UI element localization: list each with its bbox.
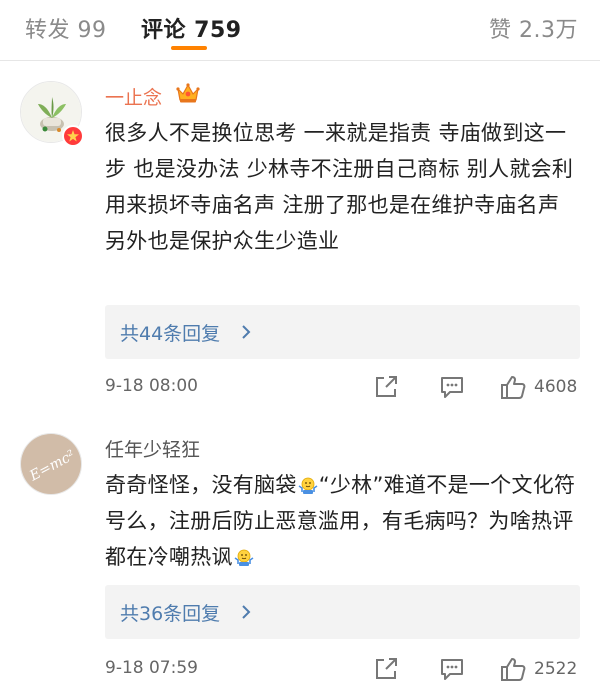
chevron-right-icon xyxy=(239,604,253,620)
share-icon[interactable] xyxy=(372,373,400,401)
comment-icon[interactable] xyxy=(438,655,466,683)
shrug-emoji-icon xyxy=(234,542,254,566)
comment-item: 一止念 很多人不是换位思考 一来就是指责 寺庙做到这一步 也是没办法 少林寺不注… xyxy=(0,61,600,413)
like-count: 2522 xyxy=(534,659,578,679)
comment-text-part: 奇奇怪怪，没有脑袋 xyxy=(105,473,297,497)
shrug-emoji-icon xyxy=(298,470,318,494)
tab-like[interactable]: 赞 2.3万 xyxy=(489,12,578,44)
emc2-avatar-icon: E=mc² xyxy=(21,434,81,494)
share-icon[interactable] xyxy=(372,655,400,683)
like-count: 4608 xyxy=(534,377,578,397)
thumbs-up-icon[interactable] xyxy=(499,373,527,401)
avatar[interactable]: E=mc² xyxy=(20,433,82,495)
thumbs-up-icon[interactable] xyxy=(499,655,527,683)
replies-link[interactable]: 共44条回复 xyxy=(105,305,580,359)
comment-text: 奇奇怪怪，没有脑袋 “少林”难道不是一个文化符号么，注册后防止恶意滥用，有毛病吗？… xyxy=(105,467,580,575)
crown-icon xyxy=(175,81,201,105)
chevron-right-icon xyxy=(239,324,253,340)
username[interactable]: 一止念 xyxy=(105,83,162,110)
comment-tabs: 转发 99 评论 759 赞 2.3万 xyxy=(0,0,600,58)
comment-meta: 9-18 08:00 4608 xyxy=(0,371,600,403)
comment-time: 9-18 07:59 xyxy=(105,658,198,678)
username[interactable]: 任年少轻狂 xyxy=(105,435,200,462)
replies-link[interactable]: 共36条回复 xyxy=(105,585,580,639)
replies-label: 共36条回复 xyxy=(120,603,221,625)
vip-badge-icon xyxy=(62,125,84,147)
comment-meta: 9-18 07:59 2522 xyxy=(0,653,600,685)
comment-text: 很多人不是换位思考 一来就是指责 寺庙做到这一步 也是没办法 少林寺不注册自己商… xyxy=(105,121,574,253)
avatar[interactable] xyxy=(20,81,84,147)
comment-icon[interactable] xyxy=(438,373,466,401)
comment-time: 9-18 08:00 xyxy=(105,376,198,396)
replies-label: 共44条回复 xyxy=(120,323,221,345)
active-tab-indicator xyxy=(171,46,207,50)
tab-comment[interactable]: 评论 759 xyxy=(141,12,242,44)
comment-item: E=mc² 任年少轻狂 奇奇怪怪，没有脑袋 “少林”难道不是一个文化符号么，注册后… xyxy=(0,413,600,689)
tab-repost[interactable]: 转发 99 xyxy=(25,12,107,44)
